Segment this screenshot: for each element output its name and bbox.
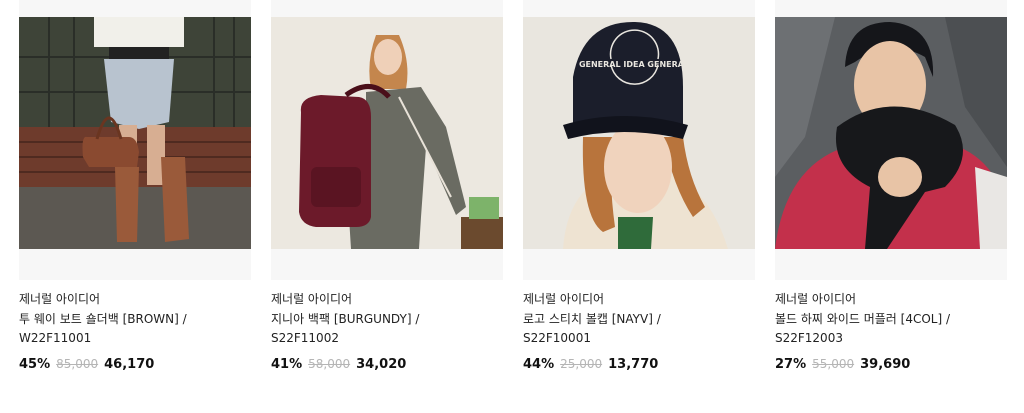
price-row: 45% 85,000 46,170 [19,356,154,372]
brand-name[interactable]: 제너럴 아이디어 [775,291,856,307]
sale-price: 13,770 [608,356,659,372]
discount-rate: 41% [271,356,303,372]
product-code: W22F11001 [19,331,92,345]
woman-in-navy-cap-photo[interactable]: GENERAL IDEA GENERAL [523,17,755,249]
product-code: S22F12003 [775,331,843,345]
woman-with-burgundy-backpack-photo[interactable] [271,17,503,249]
price-row: 27% 55,000 39,690 [775,356,910,372]
brand-name[interactable]: 제너럴 아이디어 [19,291,100,307]
original-price: 85,000 [56,357,99,371]
original-price: 55,000 [812,357,855,371]
discount-rate: 44% [523,356,555,372]
product-name[interactable]: 지니아 백팩 [BURGUNDY] / S22F11002 [271,310,503,348]
brand-name[interactable]: 제너럴 아이디어 [271,291,352,307]
sale-price: 46,170 [104,356,155,372]
original-price: 25,000 [560,357,603,371]
discount-rate: 27% [775,356,807,372]
product-name-line1: 지니아 백팩 [BURGUNDY] / [271,312,420,326]
product-grid: 제너럴 아이디어 투 웨이 보트 숄더백 [BROWN] / W22F11001… [0,0,1024,413]
product-name-line1: 로고 스티치 볼캡 [NAYV] / [523,312,661,326]
product-name[interactable]: 투 웨이 보트 숄더백 [BROWN] / W22F11001 [19,310,251,348]
product-name-line1: 볼드 하찌 와이드 머플러 [4COL] / [775,312,951,326]
brand-name[interactable]: 제너럴 아이디어 [523,291,604,307]
discount-rate: 45% [19,356,51,372]
product-name[interactable]: 볼드 하찌 와이드 머플러 [4COL] / S22F12003 [775,310,1007,348]
product-code: S22F11002 [271,331,339,345]
product-name-line1: 투 웨이 보트 숄더백 [BROWN] / [19,312,187,326]
price-row: 41% 58,000 34,020 [271,356,406,372]
sale-price: 34,020 [356,356,407,372]
man-in-black-muffler-photo[interactable] [775,17,1007,249]
product-thumbnail[interactable] [775,0,1007,280]
product-card[interactable]: GENERAL IDEA GENERAL 제너럴 아이디어 로고 스티치 볼캡 … [523,0,755,413]
product-card[interactable]: 제너럴 아이디어 볼드 하찌 와이드 머플러 [4COL] / S22F1200… [775,0,1007,413]
original-price: 58,000 [308,357,351,371]
product-code: S22F10001 [523,331,591,345]
product-thumbnail[interactable]: GENERAL IDEA GENERAL [523,0,755,280]
product-card[interactable]: 제너럴 아이디어 지니아 백팩 [BURGUNDY] / S22F11002 4… [271,0,503,413]
product-thumbnail[interactable] [271,0,503,280]
product-card[interactable]: 제너럴 아이디어 투 웨이 보트 숄더백 [BROWN] / W22F11001… [19,0,251,413]
cap-logo-text: GENERAL IDEA GENERAL [579,60,689,69]
woman-with-brown-shoulder-bag-photo[interactable] [19,17,251,249]
product-thumbnail[interactable] [19,0,251,280]
sale-price: 39,690 [860,356,911,372]
product-name[interactable]: 로고 스티치 볼캡 [NAYV] / S22F10001 [523,310,755,348]
price-row: 44% 25,000 13,770 [523,356,658,372]
